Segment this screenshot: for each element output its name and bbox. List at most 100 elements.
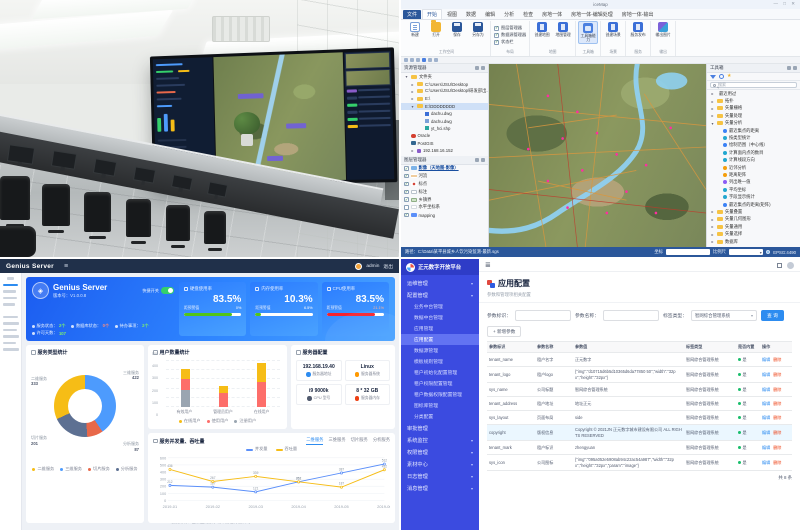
favorite-icon[interactable]: ★ (727, 74, 731, 79)
pin-icon[interactable] (787, 66, 791, 70)
layer-item[interactable]: 影像（天地图-影像） (401, 165, 488, 173)
ribbon-tab[interactable]: 数据 (462, 10, 480, 19)
menu-item[interactable]: 权限管理 (401, 446, 479, 458)
menu-item[interactable]: 租户数据权限配置管理 (401, 389, 479, 400)
tree-item[interactable]: dachu.dwg (401, 110, 488, 117)
tree-item[interactable]: Oracle (401, 132, 488, 139)
user-avatar[interactable] (787, 262, 794, 269)
tool-item[interactable]: 矢量分析 (707, 120, 800, 127)
tree-item[interactable]: PostGIS (401, 140, 488, 147)
close-icon[interactable] (481, 158, 485, 162)
sidebar-item[interactable] (3, 322, 19, 325)
tool-item[interactable]: 数据库 (707, 238, 800, 245)
tool-item[interactable]: 最近集点的距离 (707, 127, 800, 134)
delete-link[interactable]: 删除 (773, 401, 781, 407)
map-canvas[interactable] (489, 64, 706, 247)
ribbon-tab[interactable]: 编辑 (481, 10, 499, 19)
tool-item[interactable]: 字段显示统计 (707, 193, 800, 200)
tool-item[interactable]: 矢量叠置 (707, 208, 800, 215)
logout-link[interactable]: 退出 (383, 263, 393, 270)
zoom-out-icon[interactable] (416, 58, 420, 62)
tool-item[interactable]: 平均坐标 (707, 186, 800, 193)
delete-link[interactable]: 删除 (773, 357, 781, 363)
edit-link[interactable]: 编辑 (762, 430, 770, 436)
service-tab[interactable]: 二维服务 (306, 437, 323, 445)
refresh-icon[interactable] (434, 58, 438, 62)
menu-item[interactable]: 应用管理 (401, 323, 479, 334)
quick-switch-toggle[interactable] (161, 287, 174, 294)
ribbon-button[interactable]: 地图管理 (553, 21, 573, 38)
sidebar-item[interactable] (3, 329, 17, 332)
menu-item[interactable]: 租户初始化配置管理 (401, 367, 479, 378)
menu-item[interactable]: 日志管理 (401, 470, 479, 482)
edit-link[interactable]: 编辑 (762, 387, 770, 393)
sidebar-item[interactable] (3, 342, 16, 345)
tag-type-select[interactable]: 智网综合管理系统▾ (691, 310, 757, 321)
tool-item[interactable]: 近邻分析 (707, 164, 800, 171)
search-button[interactable]: 查 询 (761, 310, 784, 321)
ribbon-button[interactable]: 工具箱能力 (578, 21, 598, 44)
filter-icon[interactable] (710, 75, 716, 79)
ribbon-checkbox[interactable]: 数据源管理器 (494, 32, 526, 38)
ribbon-button[interactable]: 另存为 (468, 21, 488, 38)
ribbon-checkbox[interactable]: 状态栏 (494, 39, 526, 45)
tool-item[interactable]: 最近用过 (707, 90, 800, 97)
tool-item[interactable]: 列出唯一值 (707, 179, 800, 186)
dashboard-sidebar[interactable] (0, 273, 22, 530)
layer-checkbox[interactable] (404, 205, 409, 210)
tree-item[interactable]: 192.168.16.152 (401, 147, 488, 154)
delete-link[interactable]: 删除 (773, 415, 781, 421)
menu-item[interactable]: 业务中台管理 (401, 301, 479, 312)
layer-item[interactable]: 标注 (401, 188, 488, 196)
edit-link[interactable]: 编辑 (762, 460, 770, 466)
layer-item[interactable]: mapping (401, 211, 488, 219)
tool-item[interactable]: 按类型统计 (707, 134, 800, 141)
service-tab[interactable]: 三维服务 (328, 437, 345, 445)
edit-link[interactable]: 编辑 (762, 372, 770, 378)
tree-item[interactable]: E:\DDDDDDDD (401, 103, 488, 110)
menu-item[interactable]: 数据源管理 (401, 345, 479, 356)
menu-item[interactable]: 消息管理 (401, 482, 479, 494)
search-input[interactable]: 搜索 (710, 82, 797, 89)
tree-item[interactable]: yt_hci.shp (401, 125, 488, 132)
menu-item[interactable]: 图标库管理 (401, 400, 479, 411)
pin-icon[interactable] (475, 66, 479, 70)
delete-link[interactable]: 删除 (773, 460, 781, 466)
ribbon-tab[interactable]: 房地一体-输出 (618, 10, 658, 19)
user-avatar[interactable] (355, 263, 362, 270)
menu-item[interactable]: 模板规则管理 (401, 356, 479, 367)
tree-item[interactable]: E:\ (401, 95, 488, 102)
ribbon-button[interactable]: 新建 (405, 21, 425, 38)
fullscreen-icon[interactable] (777, 263, 782, 268)
ribbon-button[interactable]: 创建地图 (532, 21, 552, 38)
edit-link[interactable]: 编辑 (762, 357, 770, 363)
menu-toggle-icon[interactable]: ≡ (64, 263, 68, 270)
menu-item[interactable]: 素材中心 (401, 458, 479, 470)
ribbon-button[interactable]: 创建场景 (603, 21, 623, 38)
history-icon[interactable] (719, 74, 724, 79)
delete-link[interactable]: 删除 (773, 430, 781, 436)
param-name-input[interactable] (603, 310, 659, 321)
ribbon-tab[interactable]: 视图 (443, 10, 461, 19)
menu-item[interactable]: 审批管理 (401, 422, 479, 434)
layer-checkbox[interactable] (404, 182, 409, 187)
ribbon-tab[interactable]: 房地一体 (538, 10, 566, 19)
menu-item[interactable]: 配置管理 (401, 289, 479, 301)
ribbon-button[interactable]: 服务发布 (628, 21, 648, 38)
edit-link[interactable]: 编辑 (762, 415, 770, 421)
sidebar-item[interactable] (3, 335, 19, 338)
layer-checkbox[interactable] (404, 213, 409, 218)
tree-item[interactable]: 文件夹 (401, 73, 488, 80)
ribbon-button[interactable]: 保存 (447, 21, 467, 38)
edit-link[interactable]: 编辑 (762, 445, 770, 451)
menu-item[interactable]: 系统监控 (401, 434, 479, 446)
pan-icon[interactable] (404, 58, 408, 62)
sidebar-item[interactable] (3, 316, 18, 319)
tree-item[interactable]: C:\Users\JSU\Desktop (401, 80, 488, 87)
select-icon[interactable] (422, 58, 426, 62)
menu-item[interactable]: 租户权限配置管理 (401, 378, 479, 389)
measure-icon[interactable] (428, 58, 432, 62)
close-icon[interactable] (481, 66, 485, 70)
sidebar-item[interactable] (3, 303, 15, 306)
tool-item[interactable]: 矢量选择 (707, 230, 800, 237)
